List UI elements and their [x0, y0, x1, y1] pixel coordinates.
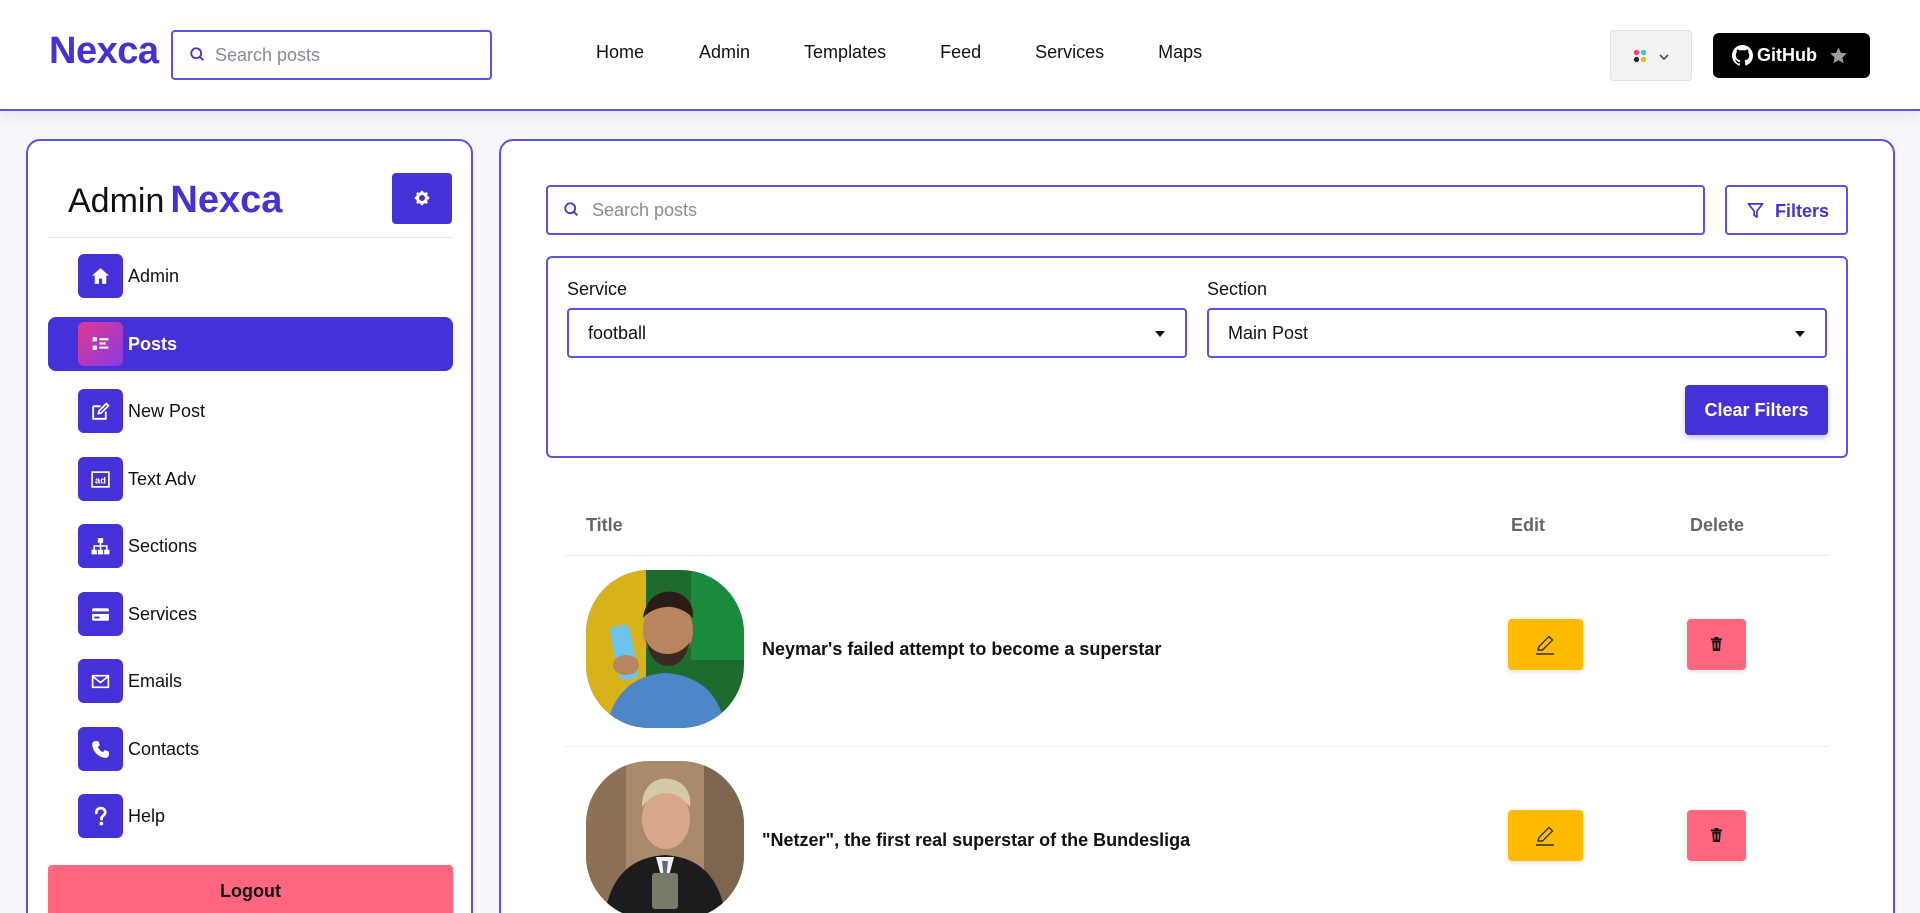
- phone-icon: [92, 741, 109, 758]
- nav-home[interactable]: Home: [596, 42, 644, 63]
- sidebar-item-label: Contacts: [128, 739, 200, 759]
- header-search-input[interactable]: [215, 32, 485, 78]
- clear-filters-button[interactable]: Clear Filters: [1685, 385, 1828, 435]
- sidebar-item-label: Emails: [128, 671, 183, 691]
- sidebar-item-label: Help: [128, 806, 166, 826]
- posts-search-input[interactable]: [592, 187, 1692, 233]
- sidebar-item-help[interactable]: Help: [48, 789, 453, 843]
- post-thumbnail: [586, 761, 744, 913]
- github-button[interactable]: GitHub: [1713, 33, 1870, 78]
- posts-panel: Filters Service football Section Main Po…: [499, 139, 1895, 913]
- nav-services[interactable]: Services: [1035, 42, 1104, 63]
- admin-sidebar: Admin Nexca Admin Posts New Post ad Text …: [26, 139, 473, 913]
- table-row: Neymar's failed attempt to become a supe…: [565, 556, 1829, 746]
- caret-down-icon: [1155, 331, 1165, 337]
- mail-icon: [91, 674, 110, 689]
- column-delete: Delete: [1690, 515, 1745, 535]
- sidebar-item-emails[interactable]: Emails: [48, 654, 453, 708]
- sidebar-title: Admin Nexca: [68, 179, 282, 222]
- pencil-icon: [1536, 826, 1554, 846]
- column-edit: Edit: [1511, 515, 1545, 535]
- sidebar-item-sections[interactable]: Sections: [48, 519, 453, 573]
- sidebar-item-label: Admin: [128, 266, 180, 286]
- star-icon: [1830, 47, 1847, 64]
- sidebar-item-services[interactable]: Services: [48, 587, 453, 641]
- github-icon: [1732, 45, 1753, 66]
- post-title: Neymar's failed attempt to become a supe…: [762, 639, 1162, 659]
- sidebar-item-label: Text Adv: [128, 469, 197, 489]
- home-icon: [92, 268, 109, 284]
- sidebar-title-accent: Nexca: [170, 179, 283, 221]
- section-label: Section: [1207, 279, 1268, 299]
- sidebar-item-contacts[interactable]: Contacts: [48, 722, 453, 776]
- sidebar-item-new-post[interactable]: New Post: [48, 384, 453, 438]
- post-title: "Netzer", the first real superstar of th…: [762, 830, 1191, 850]
- nav-admin[interactable]: Admin: [699, 42, 750, 63]
- filter-icon: [1747, 203, 1764, 218]
- sidebar-item-posts[interactable]: Posts: [48, 317, 453, 371]
- header-search[interactable]: [171, 30, 492, 80]
- service-label: Service: [567, 279, 628, 299]
- question-icon: [94, 806, 107, 826]
- edit-button[interactable]: [1508, 810, 1583, 861]
- theme-dropdown[interactable]: [1610, 30, 1692, 81]
- delete-button[interactable]: [1687, 619, 1746, 670]
- table-row: "Netzer", the first real superstar of th…: [565, 747, 1829, 913]
- sidebar-item-text-adv[interactable]: ad Text Adv: [48, 452, 453, 506]
- service-select[interactable]: football: [567, 308, 1187, 358]
- main-nav: Home Admin Templates Feed Services Maps: [596, 42, 1256, 63]
- section-value: Main Post: [1228, 323, 1309, 343]
- chevron-down-icon: [1659, 54, 1669, 61]
- trash-icon: [1711, 828, 1722, 842]
- section-select[interactable]: Main Post: [1207, 308, 1827, 358]
- sidebar-item-label: New Post: [128, 401, 206, 421]
- trash-icon: [1711, 637, 1722, 651]
- column-title: Title: [586, 515, 623, 535]
- edit-button[interactable]: [1508, 619, 1583, 670]
- nav-feed[interactable]: Feed: [940, 42, 981, 63]
- sidebar-divider: [48, 237, 453, 238]
- pencil-icon: [1536, 635, 1554, 655]
- posts-search[interactable]: [546, 185, 1705, 235]
- search-icon: [190, 47, 205, 62]
- filters-button[interactable]: Filters: [1725, 185, 1848, 235]
- logout-button[interactable]: Logout: [48, 865, 453, 913]
- delete-button[interactable]: [1687, 810, 1746, 861]
- sidebar-item-label: Posts: [128, 334, 178, 354]
- palette-icon: [1633, 49, 1647, 63]
- post-thumbnail: [586, 570, 744, 728]
- card-icon: [92, 608, 109, 621]
- edit-icon: [92, 402, 110, 420]
- svg-text:ad: ad: [95, 476, 106, 487]
- sidebar-item-admin[interactable]: Admin: [48, 249, 453, 303]
- top-header: Nexca Home Admin Templates Feed Services…: [0, 0, 1920, 111]
- caret-down-icon: [1795, 331, 1805, 337]
- sidebar-item-label: Sections: [128, 536, 198, 556]
- gear-icon: [414, 190, 430, 206]
- brand-logo[interactable]: Nexca: [49, 30, 159, 73]
- search-icon: [564, 202, 579, 217]
- sidebar-title-prefix: Admin: [68, 182, 165, 220]
- filters-label: Filters: [1775, 201, 1830, 221]
- filter-panel: Service football Section Main Post Clear…: [546, 256, 1848, 458]
- service-value: football: [588, 323, 647, 343]
- nav-templates[interactable]: Templates: [804, 42, 886, 63]
- settings-button[interactable]: [392, 173, 452, 224]
- nav-maps[interactable]: Maps: [1158, 42, 1202, 63]
- github-label: GitHub: [1757, 45, 1817, 65]
- list-icon: [92, 337, 109, 350]
- sitemap-icon: [91, 538, 110, 555]
- sidebar-item-label: Services: [128, 604, 198, 624]
- ad-icon: ad: [91, 471, 110, 488]
